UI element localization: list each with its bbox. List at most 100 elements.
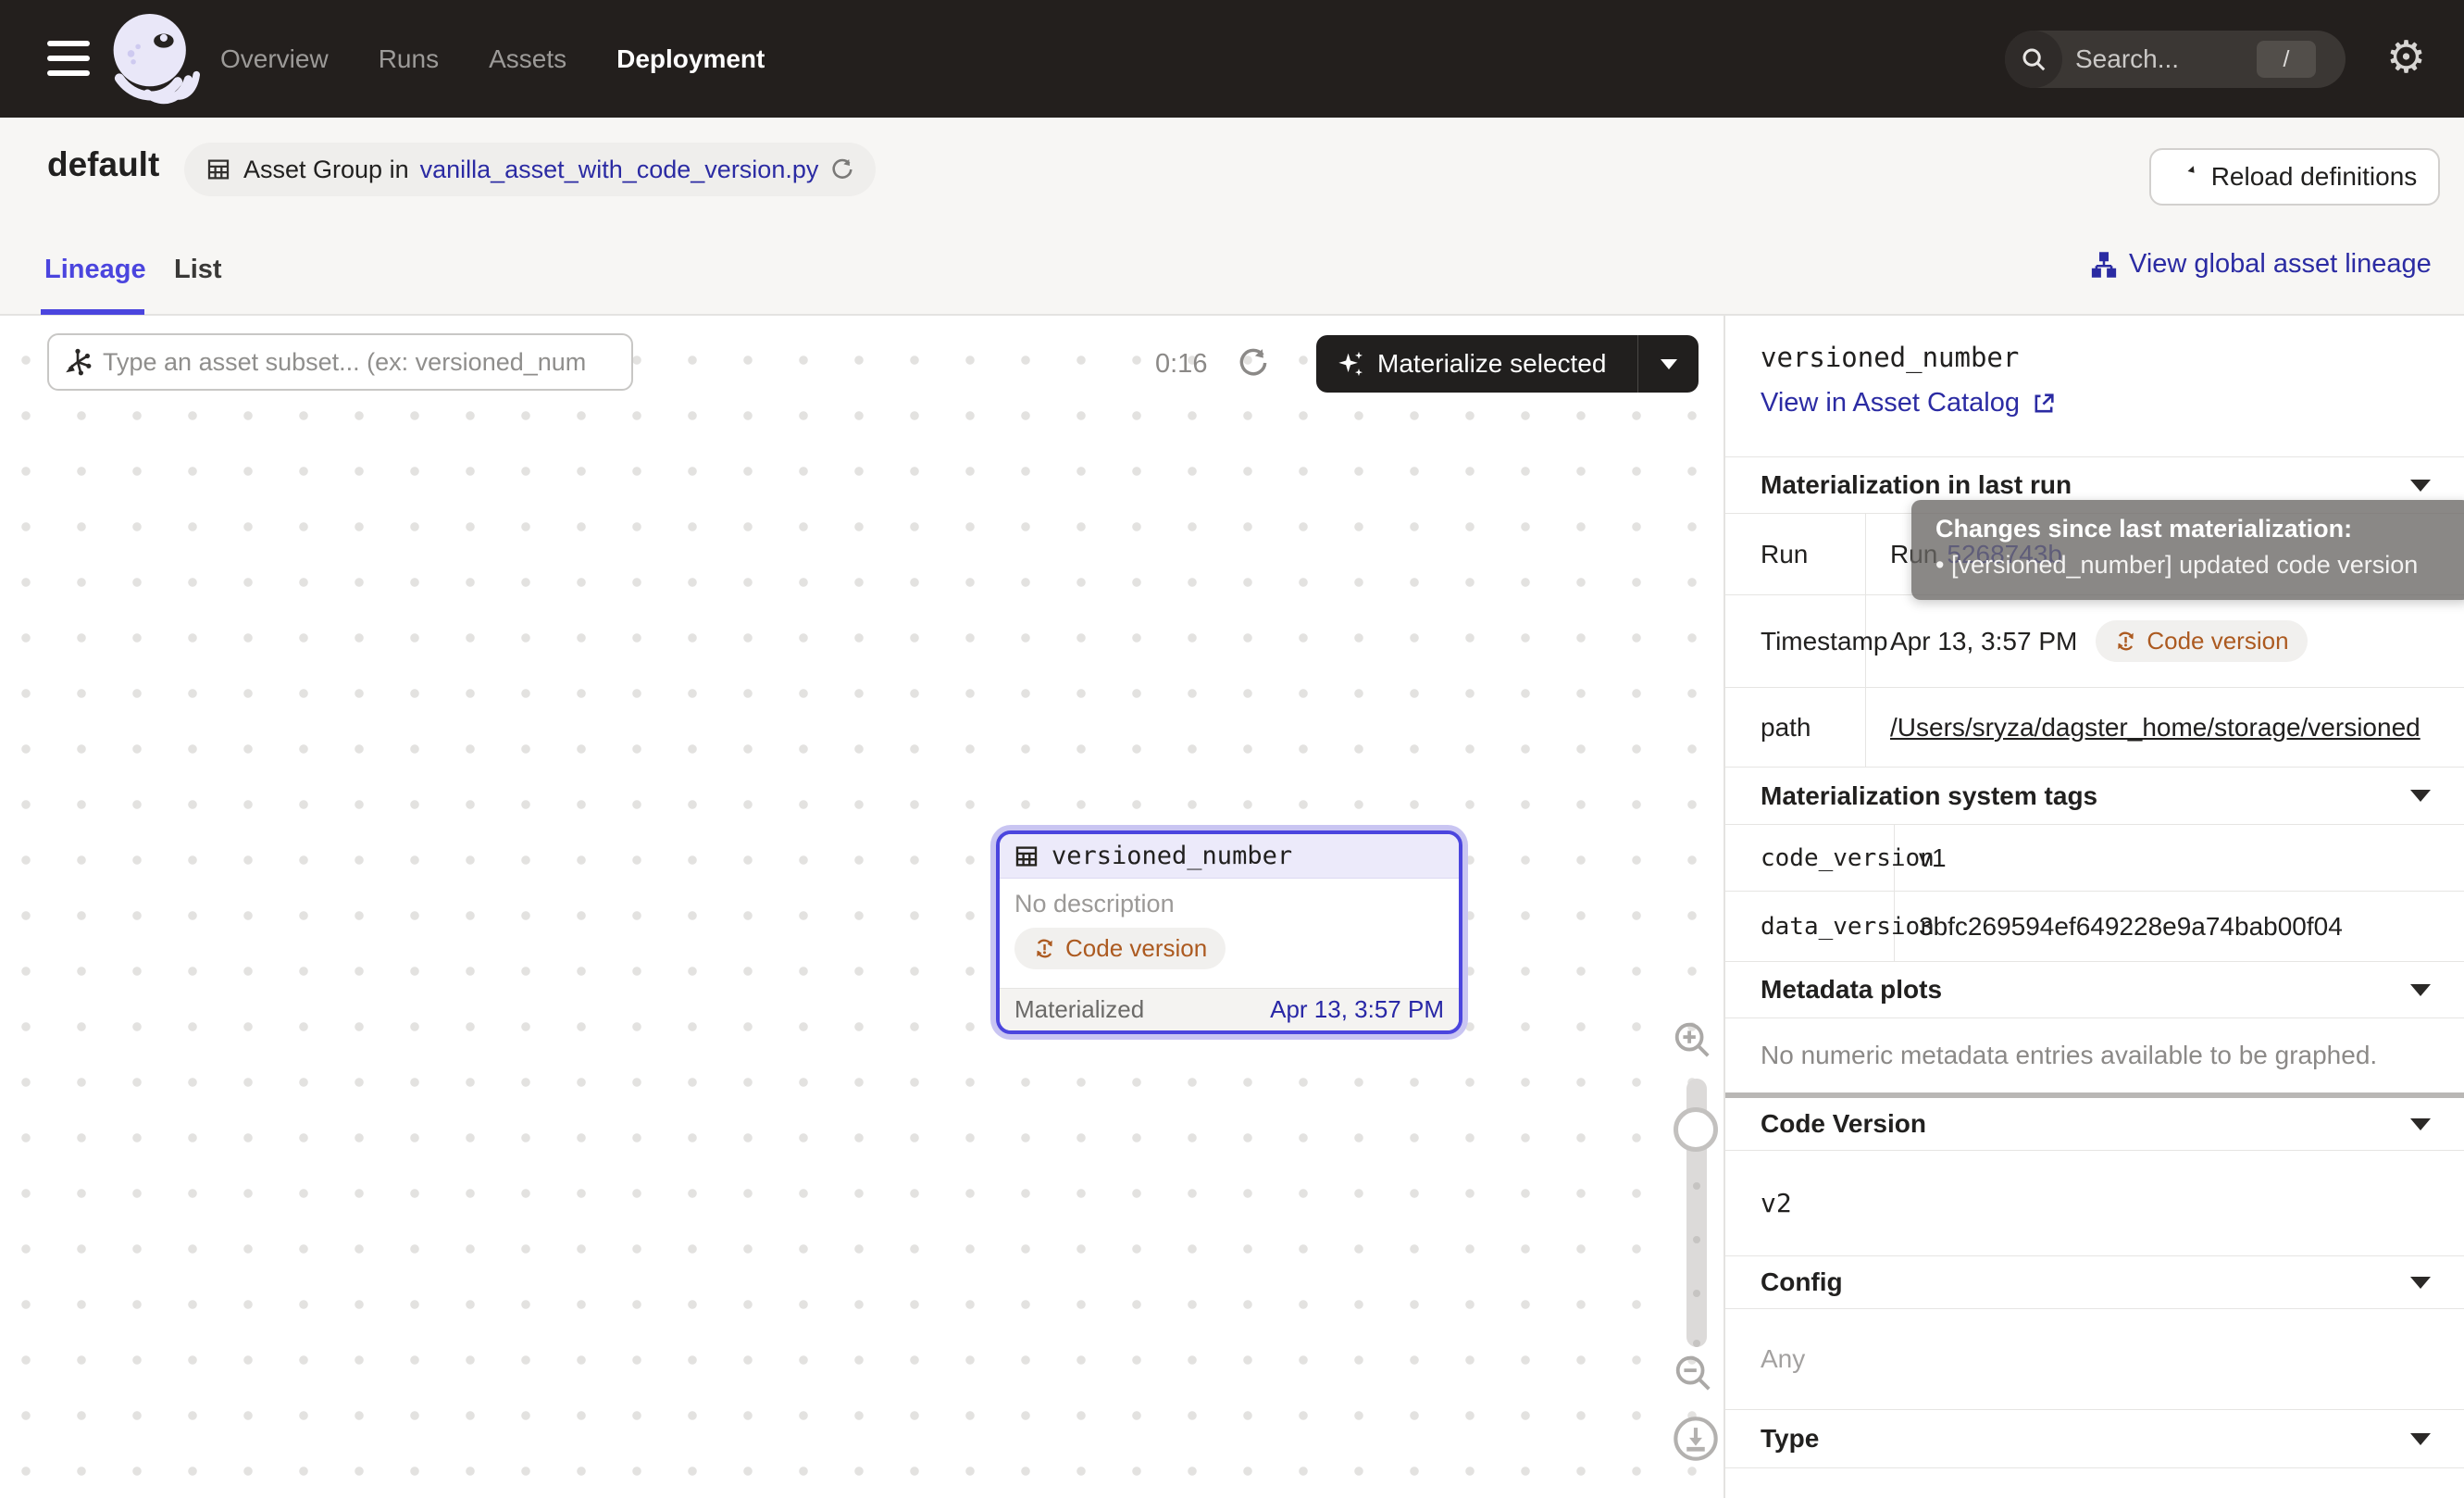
section-header-label: Metadata plots (1761, 975, 1942, 1005)
asset-subset-icon (62, 346, 93, 378)
asset-subset-filter (47, 333, 633, 391)
config-value: Any (1725, 1309, 2464, 1410)
group-file-link[interactable]: vanilla_asset_with_code_version.py (420, 156, 819, 184)
code-version-sync-icon (2114, 630, 2137, 653)
zoom-slider-handle[interactable] (1674, 1107, 1718, 1152)
metadata-plots-empty-text: No numeric metadata entries available to… (1725, 1018, 2464, 1092)
collapse-caret-icon (2410, 790, 2431, 802)
collapse-caret-icon (2410, 1433, 2431, 1445)
tooltip-title: Changes since last materialization: (1935, 515, 2464, 543)
asset-node-header: versioned_number (1000, 834, 1459, 879)
asset-group-badge: Asset Group in vanilla_asset_with_code_v… (184, 143, 876, 196)
active-tab-underline (41, 309, 144, 315)
path-row-label: path (1725, 688, 1866, 767)
dropdown-caret-icon (1661, 359, 1677, 369)
group-badge-prefix: Asset Group in (243, 156, 409, 184)
system-tag-row: data_version 3bfc269594ef649228e9a74bab0… (1725, 892, 2464, 962)
nav-item-deployment[interactable]: Deployment (616, 44, 765, 74)
section-header-label: Code Version (1761, 1109, 1926, 1139)
tooltip-item: • [versioned_number] updated code versio… (1935, 551, 2464, 580)
materialize-main[interactable]: Materialize selected (1316, 349, 1637, 379)
slash-shortcut-badge: / (2257, 41, 2316, 78)
timestamp-row-label: Timestamp (1725, 595, 1866, 687)
panel-asset-name: versioned_number (1761, 342, 2019, 373)
lineage-graph-canvas[interactable]: 0:16 Materialize selected (0, 316, 1724, 1498)
asset-node-versioned-number[interactable]: versioned_number No description Code ver… (996, 830, 1462, 1034)
collapse-caret-icon (2410, 1118, 2431, 1130)
code-version-value: v2 (1725, 1151, 2464, 1256)
timestamp-row-value: Apr 13, 3:57 PM Code version (1866, 595, 2464, 687)
asset-node-footer: Materialized Apr 13, 3:57 PM (1000, 988, 1459, 1030)
asset-detail-panel: versioned_number View in Asset Catalog M… (1724, 316, 2464, 1498)
page-title: default (47, 145, 159, 184)
reload-icon (2172, 163, 2200, 191)
top-navbar: Overview Runs Assets Deployment / ⚙ (0, 0, 2464, 118)
tag-key: data_version (1725, 892, 1895, 961)
asset-node-name: versioned_number (1052, 842, 1292, 870)
section-header-label: Type (1761, 1424, 1819, 1454)
collapse-caret-icon (2410, 984, 2431, 996)
asset-subset-input[interactable] (103, 348, 618, 377)
section-code-version[interactable]: Code Version (1725, 1098, 2464, 1151)
refresh-icon[interactable] (829, 156, 855, 182)
refresh-graph-icon[interactable] (1236, 345, 1271, 381)
asset-group-icon (205, 156, 232, 183)
code-version-badge-label: Code version (2147, 627, 2288, 655)
section-config[interactable]: Config (1725, 1256, 2464, 1309)
tag-value: v1 (1895, 825, 2464, 891)
code-version-badge: Code version (1014, 928, 1226, 969)
path-row: path /Users/sryza/dagster_home/storage/v… (1725, 688, 2464, 768)
collapse-caret-icon (2410, 480, 2431, 492)
table-icon (1013, 843, 1040, 870)
sparkle-icon (1337, 349, 1366, 379)
asset-node-body: No description Code version (1000, 879, 1459, 969)
timestamp-row: Timestamp Apr 13, 3:57 PM Code version (1725, 595, 2464, 688)
tag-value: 3bfc269594ef649228e9a74bab00f04 (1895, 892, 2464, 961)
run-row-label: Run (1725, 514, 1866, 594)
path-link[interactable]: /Users/sryza/dagster_home/storage/versio… (1890, 713, 2420, 743)
settings-gear-icon[interactable]: ⚙ (2386, 26, 2426, 91)
reload-definitions-button[interactable]: Reload definitions (2149, 148, 2440, 206)
tab-list[interactable]: List (174, 255, 222, 285)
search-icon (2005, 31, 2062, 88)
code-version-sync-icon (1033, 937, 1056, 960)
section-header-label: Materialization in last run (1761, 470, 2072, 500)
view-global-asset-lineage-link[interactable]: View global asset lineage (2090, 249, 2432, 280)
dagster-app: Overview Runs Assets Deployment / ⚙ defa… (0, 0, 2464, 1498)
code-version-badge: Code version (2096, 620, 2307, 662)
materialized-status-label: Materialized (1014, 995, 1144, 1024)
refresh-timer: 0:16 (1155, 349, 1207, 380)
global-lineage-label: View global asset lineage (2129, 249, 2432, 280)
materialize-label: Materialize selected (1377, 349, 1606, 379)
view-in-asset-catalog-link[interactable]: View in Asset Catalog (1761, 388, 2057, 418)
code-version-badge-label: Code version (1065, 934, 1207, 963)
nav-links: Overview Runs Assets Deployment (220, 0, 765, 118)
asset-node-description: No description (1014, 890, 1444, 918)
hamburger-menu-icon[interactable] (47, 41, 90, 76)
global-search[interactable]: / (2005, 31, 2346, 88)
reload-definitions-label: Reload definitions (2211, 162, 2418, 192)
section-materialization-system-tags[interactable]: Materialization system tags (1725, 768, 2464, 825)
download-image-icon[interactable] (1672, 1415, 1720, 1463)
lineage-graph-icon (2090, 251, 2118, 279)
materialize-selected-button[interactable]: Materialize selected (1316, 335, 1699, 393)
catalog-link-label: View in Asset Catalog (1761, 388, 2020, 418)
nav-item-overview[interactable]: Overview (220, 44, 329, 74)
page-header: default Asset Group in vanilla_asset_wit… (0, 118, 2464, 316)
external-link-icon (2031, 391, 2057, 417)
nav-item-runs[interactable]: Runs (379, 44, 439, 74)
materialize-dropdown[interactable] (1637, 335, 1699, 393)
tab-lineage[interactable]: Lineage (44, 255, 146, 285)
zoom-out-icon[interactable] (1672, 1352, 1714, 1394)
section-header-label: Config (1761, 1267, 1843, 1297)
section-type[interactable]: Type (1725, 1410, 2464, 1468)
section-metadata-plots[interactable]: Metadata plots (1725, 962, 2464, 1018)
dagster-logo (102, 9, 200, 107)
materialized-timestamp[interactable]: Apr 13, 3:57 PM (1270, 995, 1444, 1024)
timestamp-value: Apr 13, 3:57 PM (1890, 627, 2077, 656)
tag-key: code_version (1725, 825, 1895, 891)
nav-item-assets[interactable]: Assets (489, 44, 566, 74)
changes-tooltip: Changes since last materialization: • [v… (1911, 500, 2464, 600)
section-header-label: Materialization system tags (1761, 781, 2097, 811)
zoom-in-icon[interactable] (1671, 1018, 1713, 1061)
